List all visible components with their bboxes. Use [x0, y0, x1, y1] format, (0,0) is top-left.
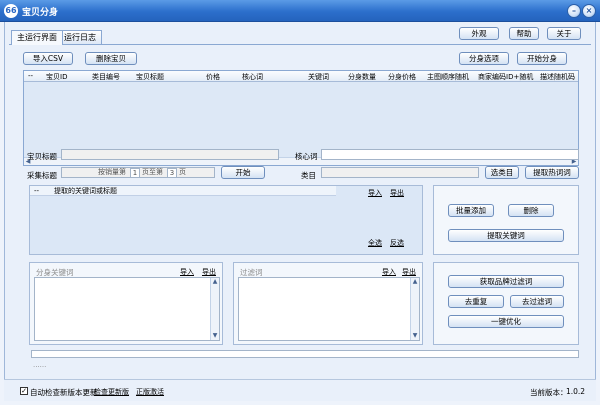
start-clone-button[interactable]: 开始分身 [517, 52, 567, 65]
app-icon: 66 [4, 4, 18, 18]
col-clone-price[interactable]: 分身价格 [388, 72, 416, 82]
delete-item-button[interactable]: 删除宝贝 [85, 52, 137, 65]
extract-hot-words-button[interactable]: 提取热词词 [525, 166, 579, 179]
range-mid: 页至第 [142, 168, 163, 176]
core-word-field[interactable] [321, 149, 579, 160]
clone-options-button[interactable]: 分身选项 [459, 52, 509, 65]
skin-button[interactable]: 外观 [459, 27, 499, 40]
keywords-list-header: -- 提取的关键词或标题 [30, 186, 336, 196]
filter-import-link[interactable]: 导入 [382, 267, 396, 277]
keywords-import-link[interactable]: 导入 [368, 188, 382, 198]
col-category[interactable]: 类目编号 [92, 72, 120, 82]
split-keywords-scrollbar[interactable]: ▲ ▼ [210, 278, 219, 340]
title-bar: 66 宝贝分身 – × [0, 0, 600, 22]
extract-keywords-button[interactable]: 提取关键词 [448, 229, 564, 242]
split-keywords-panel: 分身关键词 导入 导出 ▲ ▼ [29, 262, 223, 345]
scroll-up-icon[interactable]: ▲ [211, 278, 219, 286]
split-export-link[interactable]: 导出 [202, 267, 216, 277]
filter-words-textarea[interactable]: ▲ ▼ [238, 277, 420, 341]
filter-export-link[interactable]: 导出 [402, 267, 416, 277]
dedupe-button[interactable]: 去重复 [448, 295, 504, 308]
close-icon[interactable]: × [582, 4, 596, 18]
scroll-down-icon[interactable]: ▼ [211, 332, 219, 340]
col-clone-qty[interactable]: 分身数量 [348, 72, 376, 82]
tab-log[interactable]: 运行日志 [58, 30, 102, 44]
range-suffix: 页 [179, 168, 186, 176]
col-price[interactable]: 价格 [206, 72, 220, 82]
filter-words-panel: 过滤词 导入 导出 ▲ ▼ [233, 262, 423, 345]
version-label: 当前版本： [530, 388, 568, 397]
tab-main[interactable]: 主运行界面 [11, 30, 63, 45]
auto-check-label: 自动检查新版本更新 [30, 388, 98, 397]
col-merchant-code[interactable]: 商家编码ID+随机 [478, 72, 533, 82]
scroll-down-icon[interactable]: ▼ [411, 332, 419, 340]
grid-header: -- 宝贝ID 类目编号 宝贝标题 价格 核心词 关键词 分身数量 分身价格 主… [24, 71, 578, 82]
minimize-icon[interactable]: – [567, 4, 581, 18]
col-image-random[interactable]: 主图顺序随机 [427, 72, 469, 82]
help-button[interactable]: 帮助 [509, 27, 539, 40]
about-button[interactable]: 关于 [547, 27, 581, 40]
import-csv-button[interactable]: 导入CSV [23, 52, 73, 65]
remove-filter-button[interactable]: 去过滤词 [510, 295, 564, 308]
title-field[interactable] [61, 149, 279, 160]
filter-actions-panel: 获取品牌过滤词 去重复 去过滤词 一键优化 [433, 262, 579, 345]
optimize-button[interactable]: 一键优化 [448, 315, 564, 328]
start-collect-button[interactable]: 开始 [221, 166, 265, 179]
main-client-area: 主运行界面 运行日志 外观 帮助 关于 导入CSV 删除宝贝 分身选项 开始分身… [4, 22, 596, 401]
progress-bar [31, 350, 579, 358]
select-category-button[interactable]: 选类目 [485, 166, 519, 179]
keyword-actions-panel: 批量添加 删除 提取关键词 [433, 185, 579, 255]
col-core-word[interactable]: 核心词 [242, 72, 263, 82]
keywords-select-all-link[interactable]: 全选 [368, 238, 382, 248]
version-value: 1.0.2 [566, 387, 586, 396]
activate-link[interactable]: 正版激活 [136, 387, 164, 397]
keywords-col-title: 提取的关键词或标题 [54, 187, 117, 195]
filter-words-scrollbar[interactable]: ▲ ▼ [410, 278, 419, 340]
auto-check-checkbox[interactable]: ✓ [20, 387, 28, 395]
delete-keyword-button[interactable]: 删除 [508, 204, 554, 217]
core-word-label: 核心词 [295, 152, 318, 161]
batch-add-button[interactable]: 批量添加 [448, 204, 494, 217]
keywords-list-panel[interactable]: -- 提取的关键词或标题 导入 导出 全选 反选 [29, 185, 423, 255]
title-label: 宝贝标题 [27, 152, 57, 161]
category-field[interactable] [321, 167, 479, 178]
keywords-col-dash: -- [34, 187, 40, 195]
tab-divider [9, 44, 591, 45]
col-desc-random[interactable]: 描述随机码 [540, 72, 575, 82]
keywords-invert-link[interactable]: 反选 [390, 238, 404, 248]
range-from-input[interactable]: 1 [130, 168, 140, 178]
category-label: 类目 [301, 171, 316, 180]
split-import-link[interactable]: 导入 [180, 267, 194, 277]
col-dash[interactable]: -- [28, 72, 33, 80]
get-brand-filter-button[interactable]: 获取品牌过滤词 [448, 275, 564, 288]
status-dots: ...... [33, 361, 47, 369]
range-to-input[interactable]: 3 [167, 168, 177, 178]
collect-range-field: 按销量第 1 页至第 3 页 [61, 167, 215, 178]
col-title[interactable]: 宝贝标题 [136, 72, 164, 82]
collect-title-label: 采集标题 [27, 171, 57, 180]
split-keywords-textarea[interactable]: ▲ ▼ [34, 277, 220, 341]
keywords-export-link[interactable]: 导出 [390, 188, 404, 198]
scroll-up-icon[interactable]: ▲ [411, 278, 419, 286]
range-prefix: 按销量第 [98, 168, 126, 176]
window-title: 宝贝分身 [22, 8, 59, 18]
check-update-link[interactable]: 检查更新版 [94, 387, 129, 397]
status-bar: ✓ 自动检查新版本更新 检查更新版 正版激活 当前版本： 1.0.2 [4, 379, 596, 401]
col-keyword[interactable]: 关键词 [308, 72, 329, 82]
col-item-id[interactable]: 宝贝ID [46, 72, 67, 82]
